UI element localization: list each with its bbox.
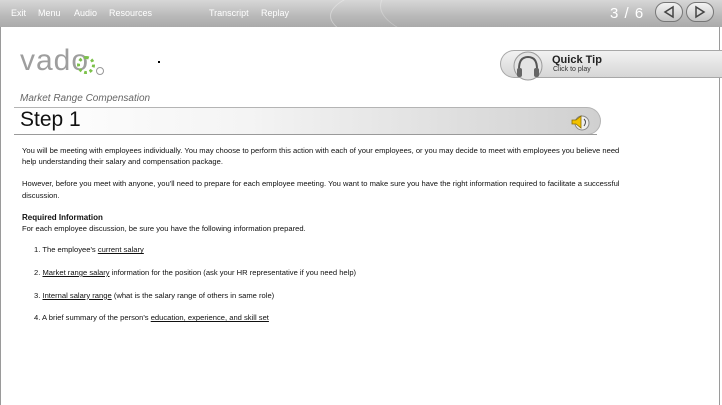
list-item-text: information for the position (ask your H… — [109, 267, 357, 277]
required-information-list: 1. The employee's current salary 2. Mark… — [22, 244, 622, 323]
divider — [14, 134, 597, 135]
list-item-number: 2. — [34, 267, 41, 277]
list-item-text: (what is the salary range of others in s… — [111, 290, 275, 300]
required-information-intro: For each employee discussion, be sure yo… — [22, 224, 306, 234]
list-item: 1. The employee's current salary — [34, 244, 622, 255]
quick-tip-subtitle[interactable]: Click to play — [553, 66, 591, 73]
previous-page-button[interactable] — [655, 2, 683, 22]
list-item-text: The employee's — [42, 245, 98, 255]
market-range-salary-link[interactable]: Market range salary — [42, 268, 109, 277]
list-item-number: 4. — [34, 313, 41, 323]
internal-salary-range-link[interactable]: Internal salary range — [42, 291, 111, 300]
nav-menu[interactable]: Menu — [38, 8, 61, 18]
quick-tip-title[interactable]: Quick Tip — [552, 54, 602, 66]
list-item-number: 1. — [34, 245, 41, 255]
stray-dot — [158, 61, 160, 63]
logo-ring-icon — [77, 56, 95, 74]
education-experience-skills-link[interactable]: education, experience, and skill set — [151, 313, 269, 322]
nav-audio[interactable]: Audio — [74, 8, 97, 18]
list-item: 2. Market range salary information for t… — [34, 267, 622, 278]
step-content: You will be meeting with employees indiv… — [22, 145, 622, 335]
headphones-icon — [513, 51, 543, 81]
triangle-right-icon — [695, 5, 706, 19]
nav-transcript[interactable]: Transcript — [209, 8, 249, 18]
nav-resources[interactable]: Resources — [109, 8, 152, 18]
intro-paragraph: You will be meeting with employees indiv… — [22, 146, 620, 167]
current-salary-link[interactable]: current salary — [98, 245, 144, 254]
registered-mark-icon — [96, 67, 104, 75]
required-information-heading: Required Information — [22, 212, 103, 222]
triangle-left-icon — [663, 5, 674, 19]
list-item: 4. A brief summary of the person's educa… — [34, 312, 622, 323]
list-item-text: A brief summary of the person's — [42, 313, 151, 323]
step-header-bar — [14, 107, 601, 135]
nav-exit[interactable]: Exit — [11, 8, 26, 18]
preparation-paragraph: However, before you meet with anyone, yo… — [22, 179, 620, 200]
step-title: Step 1 — [20, 108, 81, 131]
section-title: Market Range Compensation — [20, 93, 151, 104]
list-item-number: 3. — [34, 290, 41, 300]
next-page-button[interactable] — [686, 2, 714, 22]
page-indicator: 3 / 6 — [610, 5, 645, 22]
speaker-icon[interactable] — [570, 113, 592, 131]
nav-replay[interactable]: Replay — [261, 8, 289, 18]
list-item: 3. Internal salary range (what is the sa… — [34, 290, 622, 301]
